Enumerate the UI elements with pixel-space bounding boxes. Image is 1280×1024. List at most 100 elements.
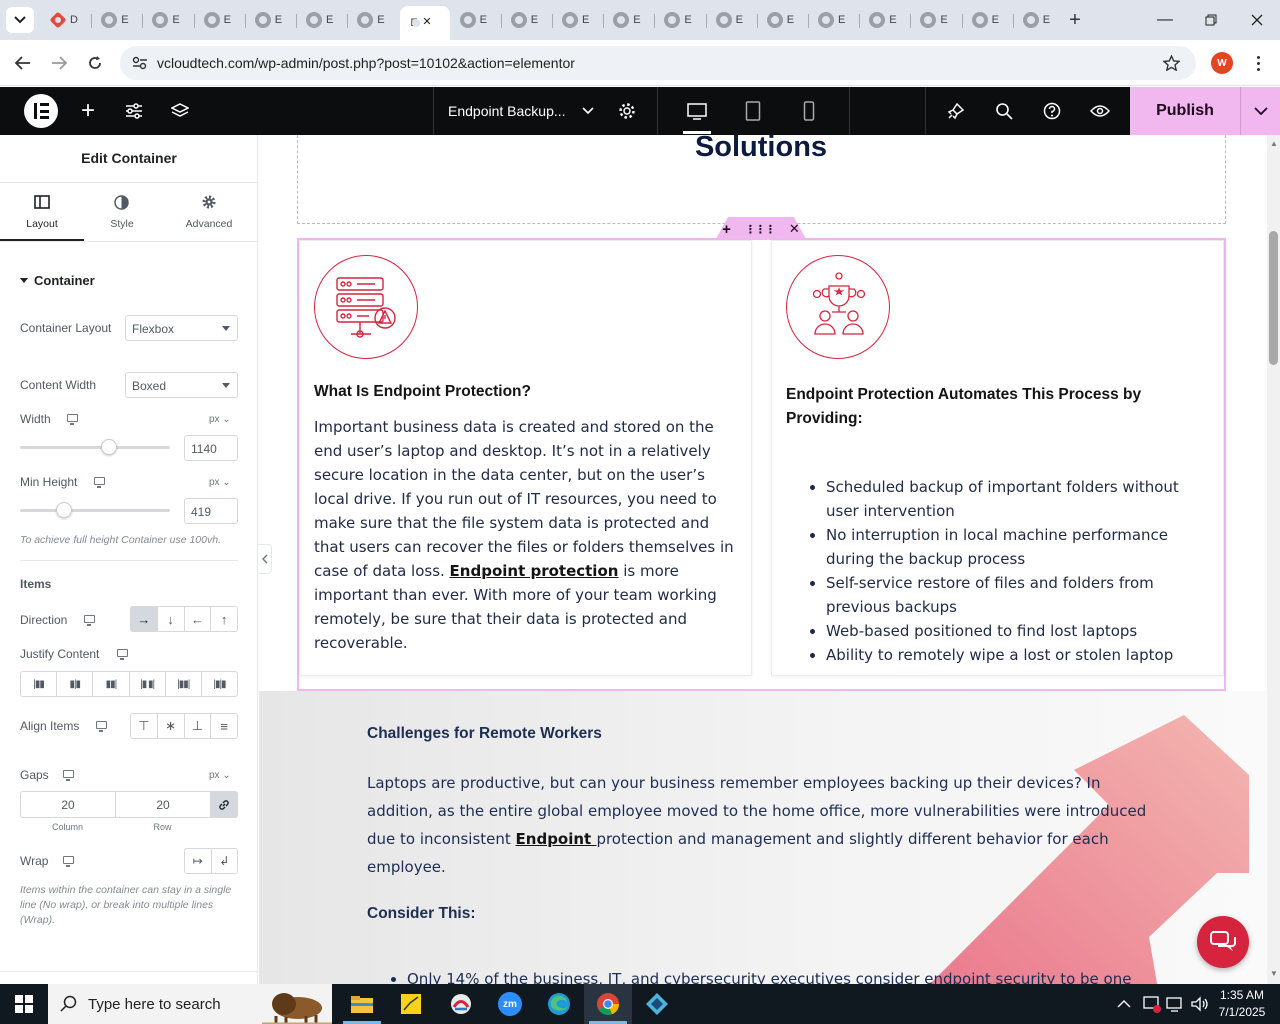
device-desktop-button[interactable]	[674, 87, 720, 135]
drag-handle-icon[interactable]: ⋮⋮⋮	[745, 223, 776, 236]
card-what-is-endpoint[interactable]: What Is Endpoint Protection? Important b…	[299, 240, 752, 676]
browser-tab[interactable]: E	[759, 8, 809, 32]
align-stretch-button[interactable]: ≡	[211, 714, 237, 738]
responsive-desktop-icon[interactable]	[63, 770, 74, 781]
canvas-scrollbar[interactable]: ▲ ▼	[1267, 135, 1280, 984]
forward-button[interactable]	[44, 48, 74, 78]
scroll-down-arrow[interactable]: ▼	[1270, 969, 1278, 978]
min-height-slider-handle[interactable]	[55, 502, 72, 518]
new-tab-button[interactable]: +	[1062, 8, 1088, 32]
width-slider[interactable]	[20, 439, 170, 455]
address-bar[interactable]: vcloudtech.com/wp-admin/post.php?post=10…	[120, 46, 1196, 80]
gaps-unit-select[interactable]: px ⌄	[209, 770, 231, 781]
notes-button[interactable]	[933, 87, 979, 135]
browser-tab[interactable]: D	[42, 8, 92, 32]
responsive-desktop-icon[interactable]	[94, 477, 105, 488]
publish-button[interactable]: Publish	[1130, 87, 1240, 135]
section-container-toggle[interactable]: Container	[20, 273, 95, 288]
width-unit-select[interactable]: px ⌄	[209, 414, 231, 425]
width-slider-handle[interactable]	[100, 439, 117, 455]
browser-tab[interactable]: E	[1015, 8, 1065, 32]
help-button[interactable]	[1029, 87, 1075, 135]
browser-menu-button[interactable]	[1248, 52, 1268, 74]
reload-button[interactable]	[80, 48, 110, 78]
network-icon[interactable]	[1166, 995, 1184, 1018]
file-explorer-icon[interactable]	[338, 984, 386, 1024]
close-tab-icon[interactable]: ✕	[422, 15, 431, 28]
page-settings-button[interactable]	[604, 87, 650, 135]
browser-tab[interactable]: E	[861, 8, 911, 32]
justify-space-evenly-button[interactable]: |▮|▮	[202, 672, 237, 696]
align-center-button[interactable]: ∗	[158, 714, 185, 738]
browser-tab[interactable]: E	[810, 8, 860, 32]
profile-avatar[interactable]: W	[1211, 52, 1233, 74]
justify-space-between-button[interactable]: |▮ ▮|	[130, 672, 166, 696]
direction-column-reverse-button[interactable]: ↑	[211, 607, 237, 631]
scroll-up-arrow[interactable]: ▲	[1270, 139, 1278, 148]
browser-tab[interactable]: E	[605, 8, 655, 32]
justify-start-button[interactable]: |▮▮	[21, 672, 58, 696]
finder-button[interactable]	[981, 87, 1027, 135]
align-end-button[interactable]: ⊥	[185, 714, 212, 738]
chrome-browser-icon[interactable]	[584, 984, 632, 1024]
direction-column-button[interactable]: ↓	[158, 607, 185, 631]
min-height-unit-select[interactable]: px ⌄	[209, 477, 231, 488]
volume-icon[interactable]	[1190, 995, 1208, 1018]
add-element-button[interactable]: +	[65, 87, 111, 135]
content-width-select[interactable]: Boxed	[125, 372, 238, 398]
endpoint-link[interactable]: Endpoint	[516, 830, 597, 848]
browser-tab[interactable]: E	[708, 8, 758, 32]
direction-row-button[interactable]: →	[131, 607, 158, 631]
tab-advanced[interactable]: Advanced	[168, 183, 250, 241]
browser-tab[interactable]: E	[93, 8, 143, 32]
preview-button[interactable]	[1077, 87, 1123, 135]
wrap-button[interactable]: ↲	[212, 849, 238, 873]
responsive-desktop-icon[interactable]	[63, 856, 74, 867]
tab-layout[interactable]: Layout	[0, 183, 84, 241]
device-tablet-button[interactable]	[730, 87, 776, 135]
responsive-desktop-icon[interactable]	[96, 721, 107, 732]
browser-tab[interactable]: E ✕	[400, 6, 451, 40]
taskbar-search-box[interactable]: Type here to search	[48, 984, 332, 1024]
min-height-input[interactable]: 419	[184, 498, 238, 524]
width-input[interactable]: 1140	[184, 435, 238, 461]
publish-options-button[interactable]	[1240, 87, 1280, 135]
meeting-tray-icon[interactable]	[1142, 994, 1162, 1019]
device-mobile-button[interactable]	[786, 87, 832, 135]
container-layout-select[interactable]: Flexbox	[125, 315, 238, 341]
elementor-logo-button[interactable]	[18, 87, 64, 135]
tray-overflow-button[interactable]	[1117, 996, 1135, 1012]
browser-tab[interactable]: E	[503, 8, 553, 32]
edge-browser-icon[interactable]	[535, 984, 583, 1024]
snipping-tool-icon[interactable]	[437, 984, 485, 1024]
remote-desktop-icon[interactable]	[633, 984, 681, 1024]
tab-search-button[interactable]	[6, 7, 34, 33]
start-button[interactable]	[0, 984, 48, 1024]
site-settings-icon[interactable]	[132, 56, 148, 70]
min-height-slider[interactable]	[20, 502, 170, 518]
browser-tab[interactable]: E	[144, 8, 194, 32]
gap-column-input[interactable]: 20	[21, 792, 116, 817]
card-automates-process[interactable]: Endpoint Protection Automates This Proce…	[771, 240, 1224, 676]
endpoint-protection-link[interactable]: Endpoint protection	[450, 562, 619, 580]
browser-tab[interactable]: E	[912, 8, 962, 32]
browser-tab[interactable]: E	[554, 8, 604, 32]
site-settings-button[interactable]	[111, 87, 157, 135]
structure-button[interactable]	[157, 87, 203, 135]
browser-tab[interactable]: E	[349, 8, 399, 32]
responsive-desktop-icon[interactable]	[117, 649, 128, 660]
page-title-dropdown[interactable]: Endpoint Backup...	[448, 87, 608, 135]
align-start-button[interactable]: ⊤	[131, 714, 158, 738]
zoom-app-icon[interactable]: zm	[486, 984, 534, 1024]
justify-space-around-button[interactable]: |▮▮|	[166, 672, 202, 696]
gap-link-button[interactable]	[211, 792, 237, 817]
star-icon[interactable]	[1163, 55, 1180, 71]
browser-tab[interactable]: E	[452, 8, 502, 32]
no-wrap-button[interactable]: ↦	[185, 849, 212, 873]
direction-row-reverse-button[interactable]: ←	[185, 607, 212, 631]
browser-tab[interactable]: E	[656, 8, 706, 32]
justify-end-button[interactable]: ▮▮|	[93, 672, 130, 696]
restore-button[interactable]	[1188, 0, 1234, 40]
responsive-desktop-icon[interactable]	[67, 414, 78, 425]
gap-row-input[interactable]: 20	[116, 792, 211, 817]
